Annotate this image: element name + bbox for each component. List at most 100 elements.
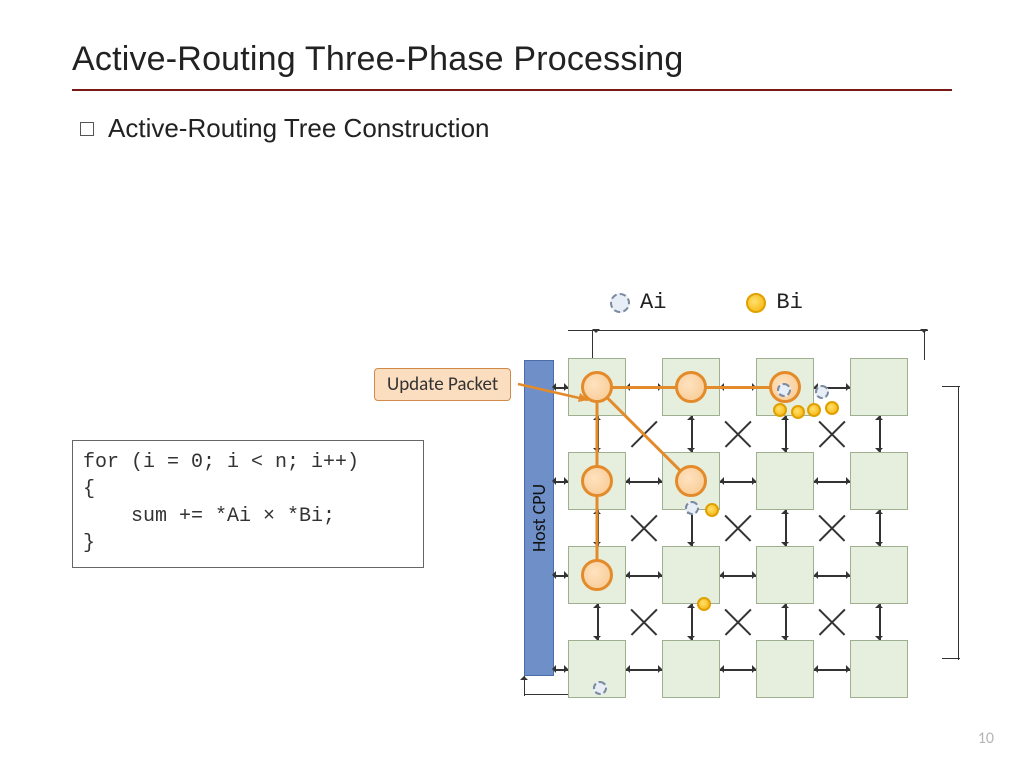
page-number: 10 — [978, 729, 994, 748]
bullet-item: Active-Routing Tree Construction — [80, 113, 952, 144]
arrow-icon — [520, 672, 528, 680]
arrow-icon — [875, 600, 883, 608]
diagonal-link-icon — [818, 608, 846, 636]
mesh-link — [879, 510, 881, 546]
bi-data-dot — [697, 597, 711, 611]
diagonal-link-icon — [630, 608, 658, 636]
arrow-icon — [564, 665, 572, 673]
ai-data-dot — [593, 681, 607, 695]
arrow-icon — [687, 600, 695, 608]
arrow-icon — [548, 383, 556, 391]
arrow-icon — [875, 412, 883, 420]
legend-ai-label: Ai — [640, 290, 666, 315]
legend: Ai Bi — [610, 290, 803, 315]
routing-diagram: Ai Bi Update Packet Host CPU — [500, 290, 960, 700]
mesh-link — [720, 575, 756, 577]
arrow-icon — [622, 665, 630, 673]
grid-cell — [850, 640, 908, 698]
arrow-icon — [716, 477, 724, 485]
slide-title: Active-Routing Three-Phase Processing — [72, 40, 952, 79]
arrow-icon — [622, 477, 630, 485]
grid-cell — [756, 546, 814, 604]
arrow-icon — [716, 665, 724, 673]
callout-pointer-icon — [518, 376, 598, 406]
arrow-icon — [781, 600, 789, 608]
diagonal-link-icon — [818, 514, 846, 542]
host-cpu-label: Host CPU — [528, 484, 550, 552]
mesh-link — [879, 416, 881, 452]
code-snippet: for (i = 0; i < n; i++) { sum += *Ai × *… — [72, 440, 424, 568]
arrow-icon — [810, 477, 818, 485]
diagonal-link-icon — [724, 608, 752, 636]
arrow-icon — [875, 506, 883, 514]
wrap-line — [942, 658, 960, 660]
grid-cell — [756, 452, 814, 510]
bi-data-dot — [825, 401, 839, 415]
mesh-link — [691, 604, 693, 640]
grid-cell — [662, 640, 720, 698]
legend-bi-label: Bi — [776, 290, 802, 315]
diagonal-link-icon — [724, 420, 752, 448]
wrap-line-right — [958, 386, 960, 660]
mesh-link — [879, 604, 881, 640]
wrap-line — [924, 330, 926, 360]
arrow-icon — [622, 571, 630, 579]
mesh-link — [626, 669, 662, 671]
mesh-link — [814, 669, 850, 671]
bi-data-dot — [807, 403, 821, 417]
arrow-icon — [810, 571, 818, 579]
mesh-link — [785, 604, 787, 640]
diagonal-link-icon — [724, 514, 752, 542]
update-packet-callout: Update Packet — [374, 368, 511, 401]
wrap-line-top — [568, 330, 928, 332]
arrow-icon — [810, 665, 818, 673]
diagonal-link-icon — [818, 420, 846, 448]
title-rule — [72, 89, 952, 91]
arrow-icon — [564, 383, 572, 391]
grid-cell — [850, 546, 908, 604]
tree-node — [675, 465, 707, 497]
ai-data-dot — [815, 385, 829, 399]
arrow-icon — [687, 412, 695, 420]
mesh-link — [597, 604, 599, 640]
host-cpu: Host CPU — [524, 360, 554, 676]
mesh-link — [691, 510, 693, 546]
bullet-text: Active-Routing Tree Construction — [108, 113, 490, 144]
mesh-link — [814, 575, 850, 577]
bi-data-dot — [705, 503, 719, 517]
mesh-link — [814, 481, 850, 483]
arrow-icon — [548, 477, 556, 485]
arrow-icon — [781, 506, 789, 514]
wrap-line — [592, 330, 594, 360]
bi-marker-icon — [746, 293, 766, 313]
arrow-icon — [593, 600, 601, 608]
grid-cell — [850, 358, 908, 416]
legend-bi: Bi — [746, 290, 802, 315]
tree-node — [581, 559, 613, 591]
mesh-link — [626, 575, 662, 577]
bi-data-dot — [773, 403, 787, 417]
grid-cell — [756, 640, 814, 698]
arrow-icon — [564, 477, 572, 485]
ai-data-dot — [685, 501, 699, 515]
grid-cell — [850, 452, 908, 510]
mesh-link — [785, 510, 787, 546]
arrow-icon — [564, 571, 572, 579]
tree-node — [581, 465, 613, 497]
arrow-icon — [716, 571, 724, 579]
arrow-icon — [548, 571, 556, 579]
ai-marker-icon — [610, 293, 630, 313]
slide: Active-Routing Three-Phase Processing Ac… — [0, 0, 1024, 768]
arrow-icon — [548, 665, 556, 673]
legend-ai: Ai — [610, 290, 666, 315]
mesh-link — [720, 669, 756, 671]
bullet-icon — [80, 122, 94, 136]
ai-data-dot — [777, 383, 791, 397]
mesh-link — [626, 481, 662, 483]
grid-cell — [662, 546, 720, 604]
diagonal-link-icon — [630, 514, 658, 542]
mesh-link — [720, 481, 756, 483]
bi-data-dot — [791, 405, 805, 419]
tree-node — [675, 371, 707, 403]
mesh-link — [691, 416, 693, 452]
